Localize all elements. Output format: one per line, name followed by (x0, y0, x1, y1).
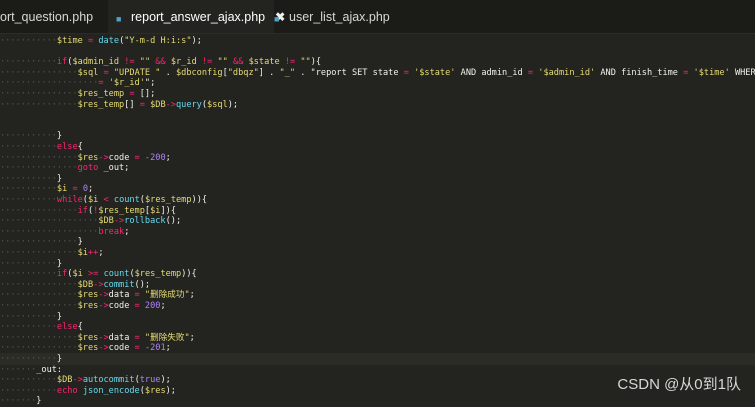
code-line: ···················= '$r_id'"; (0, 78, 156, 89)
code-line: ···········if($i >= count($res_temp)){ (0, 269, 197, 280)
code-line: ···················break; (0, 226, 130, 237)
code-line: ···········echo json_encode($res); (0, 385, 176, 396)
code-line: ···············goto _out; (0, 163, 130, 174)
code-line: ···············$res->code = -200; (0, 152, 171, 163)
code-line: ···············$DB->commit(); (0, 279, 151, 290)
code-line: ···········} (0, 354, 63, 364)
code-line: ···········$time = date("Y-m-d H:i:s"); (0, 36, 202, 46)
tab-label: user_list_ajax.php (289, 10, 390, 24)
code-line: ···········if($admin_id != "" && $r_id !… (0, 57, 322, 68)
code-line: ···················$DB->rollback(); (0, 216, 182, 227)
code-line: ···············$i++; (0, 248, 104, 258)
code-line: ···············$res->data = "删除失败"; (0, 332, 195, 343)
code-line: ···············} (0, 237, 83, 248)
code-line: ···········else{ (0, 322, 83, 333)
tab-label: ort_question.php (0, 10, 94, 24)
code-line: ···········while($i < count($res_temp)){ (0, 195, 208, 205)
code-line: ···········else{ (0, 142, 83, 152)
code-line: ···········} (0, 258, 63, 269)
code-line: ···········} (0, 311, 63, 322)
watermark: CSDN @从0到1队 (617, 376, 741, 393)
code-line: ···············if(!$res_temp[$i]){ (0, 205, 176, 216)
code-editor[interactable]: ···········$time = date("Y-m-d H:i:s"); ·… (0, 34, 755, 407)
code-line: ···········$i = 0; (0, 184, 94, 195)
code-line: ···············$res->data = "删除成功"; (0, 290, 195, 301)
tab-label: report_answer_ajax.php (131, 10, 266, 24)
code-line: ·······} (0, 396, 42, 407)
current-line-highlight (0, 353, 755, 365)
php-file-icon: ■ (116, 14, 122, 24)
php-file-icon: ■ (274, 14, 280, 24)
code-line: ···········} (0, 173, 63, 184)
code-line: ···············$sql = "UPDATE " . $dbcon… (0, 67, 755, 78)
code-line: ···············$res_temp = []; (0, 89, 156, 99)
code-line: ···············$res->code = 200; (0, 301, 166, 311)
tab-report-answer-ajax[interactable]: ■ report_answer_ajax.php ✖ (108, 0, 285, 33)
code-line: ···········} (0, 131, 63, 142)
code-line: ·······_out: (0, 364, 63, 375)
tab-ort-question[interactable]: ort_question.php (0, 0, 108, 33)
code-line: ···············$res_temp[] = $DB->query(… (0, 99, 239, 110)
tab-user-list-ajax[interactable]: ■ user_list_ajax.php (266, 0, 404, 33)
code-line: ···········$DB->autocommit(true); (0, 375, 171, 386)
code-line: ···············$res->code = -201; (0, 343, 171, 354)
tab-bar: ort_question.php ■ report_answer_ajax.php… (0, 0, 755, 34)
